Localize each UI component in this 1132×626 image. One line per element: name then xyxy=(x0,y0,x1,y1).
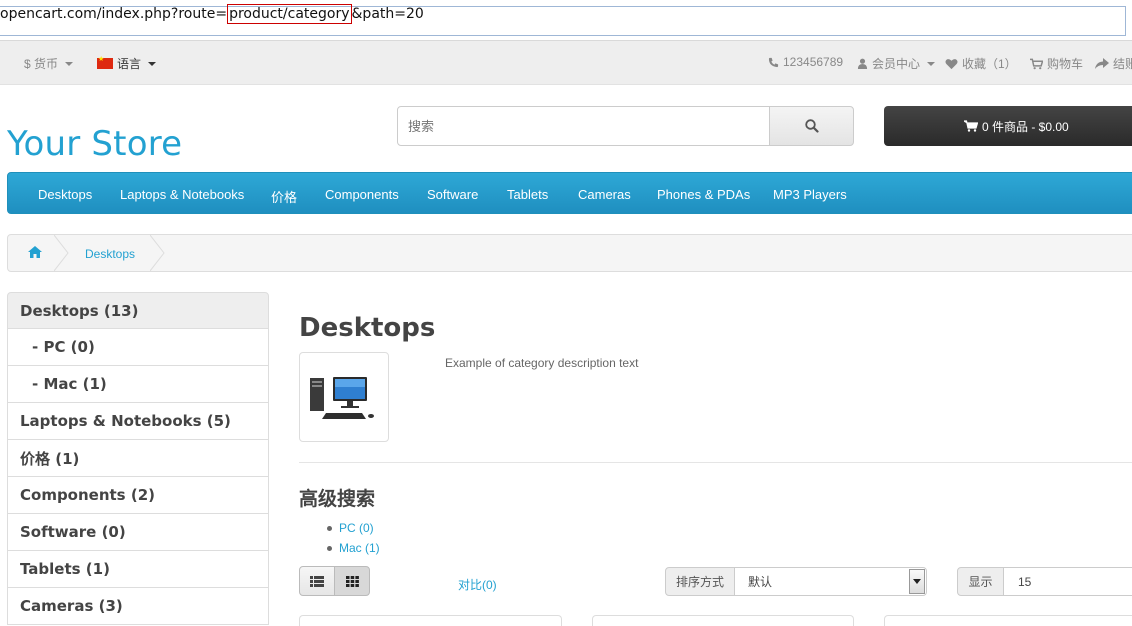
cart-button[interactable]: 0 件商品 - $0.00 xyxy=(884,106,1132,146)
bullet-icon xyxy=(327,525,332,531)
refine-link-pc[interactable]: PC (0) xyxy=(327,518,380,538)
china-flag-icon xyxy=(97,55,113,69)
divider xyxy=(299,462,1132,463)
phone-icon xyxy=(768,57,779,67)
refine-link-label: PC (0) xyxy=(339,521,374,535)
account-label: 会员中心 xyxy=(872,57,921,71)
language-dropdown[interactable]: 语言 xyxy=(97,55,157,72)
home-icon xyxy=(28,246,42,258)
menu-item-price[interactable]: 价格 xyxy=(271,187,297,206)
cart-icon xyxy=(1030,58,1043,69)
phone-number: 123456789 xyxy=(783,55,844,69)
share-icon xyxy=(1095,57,1109,69)
browser-address-bar[interactable]: opencart.com/index.php?route= product/cat… xyxy=(0,0,1132,41)
view-toggle xyxy=(299,566,370,596)
product-card[interactable] xyxy=(299,615,562,626)
grid-icon xyxy=(345,575,359,587)
limit-value: 15 xyxy=(1018,574,1032,589)
bullet-icon xyxy=(327,545,332,551)
category-desktops[interactable]: Desktops (13) xyxy=(7,292,269,329)
category-image xyxy=(299,352,389,442)
search-input[interactable] xyxy=(397,106,770,146)
category-price[interactable]: 价格 (1) xyxy=(7,440,269,477)
phone-link[interactable]: 123456789 xyxy=(768,55,843,69)
sort-value: 默认 xyxy=(748,575,773,589)
cart-summary: 0 件商品 - $0.00 xyxy=(982,119,1069,134)
product-card[interactable] xyxy=(884,615,1132,626)
currency-dropdown[interactable]: $ 货币 xyxy=(24,55,74,72)
chevron-down-icon xyxy=(148,61,157,66)
desktop-computer-icon xyxy=(310,377,374,419)
chevron-down-icon xyxy=(927,61,936,66)
category-description: Example of category description text xyxy=(445,356,639,370)
breadcrumb-separator xyxy=(54,235,69,271)
menu-item-laptops[interactable]: Laptops & Notebooks xyxy=(120,187,244,202)
breadcrumb-home[interactable] xyxy=(28,246,42,261)
triangle-down-icon xyxy=(913,579,921,584)
currency-label: $ 货币 xyxy=(24,57,59,71)
refine-link-mac[interactable]: Mac (1) xyxy=(327,538,380,558)
main-menu: Desktops Laptops & Notebooks 价格 Componen… xyxy=(7,172,1132,214)
url-highlight: product/category xyxy=(227,4,352,24)
product-card[interactable] xyxy=(592,615,854,626)
dropdown-arrow-icon[interactable] xyxy=(909,569,925,594)
menu-item-desktops[interactable]: Desktops xyxy=(38,187,92,202)
sort-select[interactable]: 默认 xyxy=(734,567,927,596)
limit-label: 显示 xyxy=(957,567,1004,596)
category-mac[interactable]: - Mac (1) xyxy=(7,366,269,403)
wishlist-label: 收藏（1） xyxy=(962,57,1017,71)
category-pc[interactable]: - PC (0) xyxy=(7,329,269,366)
limit-select[interactable]: 15 xyxy=(1003,567,1132,596)
breadcrumb-desktops[interactable]: Desktops xyxy=(85,247,135,261)
list-view-button[interactable] xyxy=(299,566,335,596)
url-prefix: opencart.com/index.php?route= xyxy=(0,6,228,22)
cart-icon xyxy=(964,120,978,132)
user-icon xyxy=(857,58,868,69)
page-title: Desktops xyxy=(299,313,436,343)
chevron-down-icon xyxy=(65,61,74,66)
language-label: 语言 xyxy=(117,57,142,71)
url-suffix: &path=20 xyxy=(351,6,424,22)
top-bar: $ 货币 语言 123456789 会员中心 收藏（1） 购物车 结账 xyxy=(0,41,1132,85)
compare-link[interactable]: 对比(0) xyxy=(458,576,497,593)
category-laptops[interactable]: Laptops & Notebooks (5) xyxy=(7,403,269,440)
sort-label: 排序方式 xyxy=(665,567,735,596)
checkout-label: 结账 xyxy=(1113,57,1132,71)
category-tablets[interactable]: Tablets (1) xyxy=(7,551,269,588)
grid-view-button[interactable] xyxy=(334,566,370,596)
refine-link-label: Mac (1) xyxy=(339,541,380,555)
menu-item-cameras[interactable]: Cameras xyxy=(578,187,631,202)
search-button[interactable] xyxy=(769,106,854,146)
search-bar xyxy=(397,106,854,146)
account-dropdown[interactable]: 会员中心 xyxy=(857,55,936,72)
checkout-link[interactable]: 结账 xyxy=(1095,55,1132,72)
category-list: Desktops (13) - PC (0) - Mac (1) Laptops… xyxy=(7,292,269,625)
url-text: opencart.com/index.php?route= product/cat… xyxy=(0,4,424,24)
menu-item-components[interactable]: Components xyxy=(325,187,399,202)
menu-item-software[interactable]: Software xyxy=(427,187,478,202)
menu-item-mp3[interactable]: MP3 Players xyxy=(773,187,847,202)
wishlist-link[interactable]: 收藏（1） xyxy=(945,55,1017,72)
menu-item-tablets[interactable]: Tablets xyxy=(507,187,548,202)
refine-search-title: 高级搜索 xyxy=(299,488,376,510)
refine-list: PC (0) Mac (1) xyxy=(327,518,380,558)
heart-icon xyxy=(945,58,958,69)
breadcrumb-separator xyxy=(150,235,165,271)
store-logo[interactable]: Your Store xyxy=(7,124,182,164)
breadcrumb: Desktops xyxy=(7,234,1132,272)
list-icon xyxy=(310,575,324,587)
search-icon xyxy=(804,119,819,133)
category-components[interactable]: Components (2) xyxy=(7,477,269,514)
category-software[interactable]: Software (0) xyxy=(7,514,269,551)
category-cameras[interactable]: Cameras (3) xyxy=(7,588,269,625)
cart-label: 购物车 xyxy=(1047,57,1084,71)
shopping-cart-link[interactable]: 购物车 xyxy=(1030,55,1083,72)
menu-item-phones[interactable]: Phones & PDAs xyxy=(657,187,750,202)
